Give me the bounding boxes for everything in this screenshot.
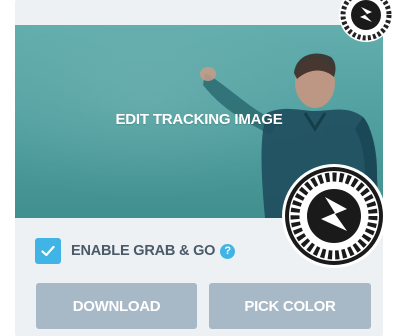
tracking-image-card: EDIT TRACKING IMAGE ENABLE GRAB & GO ? D…: [15, 0, 393, 336]
checkmark-icon[interactable]: [35, 238, 61, 264]
zappar-code-icon: [282, 164, 386, 268]
help-icon[interactable]: ?: [220, 243, 236, 259]
zappar-code-icon: [339, 0, 393, 42]
pick-color-button[interactable]: PICK COLOR: [209, 283, 371, 329]
edit-tracking-image-label[interactable]: EDIT TRACKING IMAGE: [15, 111, 383, 128]
enable-grab-and-go-row[interactable]: ENABLE GRAB & GO ?: [35, 238, 236, 264]
download-button[interactable]: DOWNLOAD: [36, 283, 197, 329]
enable-grab-and-go-label[interactable]: ENABLE GRAB & GO: [71, 243, 215, 259]
